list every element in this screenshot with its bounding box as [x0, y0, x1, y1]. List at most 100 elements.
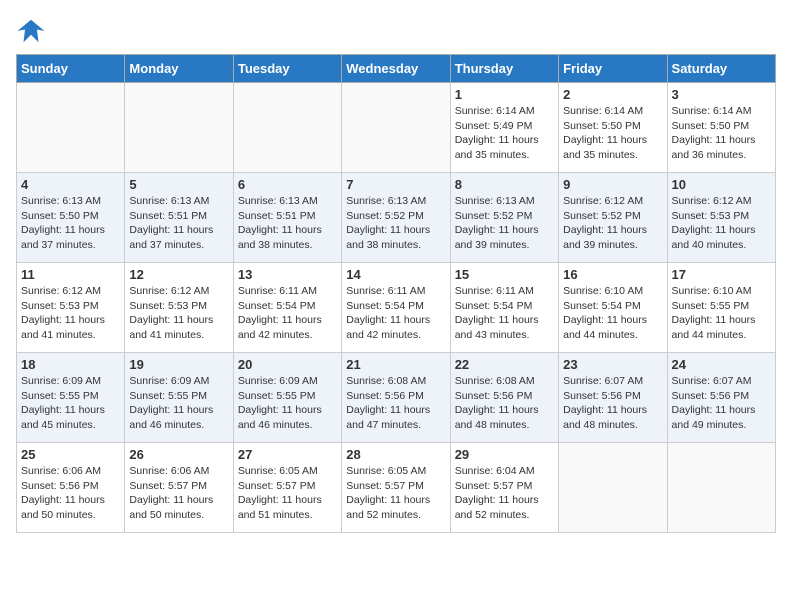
day-info: Sunrise: 6:13 AM Sunset: 5:52 PM Dayligh… — [346, 194, 445, 253]
day-number: 26 — [129, 447, 228, 462]
day-info: Sunrise: 6:06 AM Sunset: 5:56 PM Dayligh… — [21, 464, 120, 523]
calendar-cell: 6Sunrise: 6:13 AM Sunset: 5:51 PM Daylig… — [233, 173, 341, 263]
day-info: Sunrise: 6:14 AM Sunset: 5:49 PM Dayligh… — [455, 104, 554, 163]
calendar-week-row: 11 Sunrise: 6:12 AM Sunset: 5:53 PM Dayli… — [17, 263, 776, 353]
day-number: 14 — [346, 267, 445, 282]
day-number: 24 — [672, 357, 771, 372]
day-info: Sunrise: 6:11 AM Sunset: 5:54 PM Dayligh… — [238, 284, 337, 343]
calendar-cell: 11 Sunrise: 6:12 AM Sunset: 5:53 PM Dayli… — [17, 263, 125, 353]
calendar-cell: 17 Sunrise: 6:10 AM Sunset: 5:55 PM Dayli… — [667, 263, 775, 353]
day-info: Sunrise: 6:07 AM Sunset: 5:56 PM Dayligh… — [672, 374, 771, 433]
header — [16, 16, 776, 46]
calendar-cell: 26 Sunrise: 6:06 AM Sunset: 5:57 PM Dayli… — [125, 443, 233, 533]
calendar-cell: 23 Sunrise: 6:07 AM Sunset: 5:56 PM Dayli… — [559, 353, 667, 443]
day-info: Sunrise: 6:05 AM Sunset: 5:57 PM Dayligh… — [238, 464, 337, 523]
calendar-week-row: 25 Sunrise: 6:06 AM Sunset: 5:56 PM Dayli… — [17, 443, 776, 533]
calendar-cell: 20 Sunrise: 6:09 AM Sunset: 5:55 PM Dayli… — [233, 353, 341, 443]
calendar-cell: 25 Sunrise: 6:06 AM Sunset: 5:56 PM Dayli… — [17, 443, 125, 533]
weekday-header: Friday — [559, 55, 667, 83]
day-info: Sunrise: 6:14 AM Sunset: 5:50 PM Dayligh… — [672, 104, 771, 163]
day-number: 5 — [129, 177, 228, 192]
calendar-cell: 14 Sunrise: 6:11 AM Sunset: 5:54 PM Dayli… — [342, 263, 450, 353]
calendar-cell: 13 Sunrise: 6:11 AM Sunset: 5:54 PM Dayli… — [233, 263, 341, 353]
day-info: Sunrise: 6:08 AM Sunset: 5:56 PM Dayligh… — [455, 374, 554, 433]
day-number: 12 — [129, 267, 228, 282]
logo-icon — [16, 16, 46, 46]
day-info: Sunrise: 6:12 AM Sunset: 5:53 PM Dayligh… — [672, 194, 771, 253]
calendar-cell: 22Sunrise: 6:08 AM Sunset: 5:56 PM Dayli… — [450, 353, 558, 443]
calendar-cell: 5 Sunrise: 6:13 AM Sunset: 5:51 PM Daylig… — [125, 173, 233, 263]
day-number: 13 — [238, 267, 337, 282]
calendar-cell: 4 Sunrise: 6:13 AM Sunset: 5:50 PM Daylig… — [17, 173, 125, 263]
day-number: 21 — [346, 357, 445, 372]
calendar-cell — [667, 443, 775, 533]
day-info: Sunrise: 6:06 AM Sunset: 5:57 PM Dayligh… — [129, 464, 228, 523]
calendar-cell: 7 Sunrise: 6:13 AM Sunset: 5:52 PM Daylig… — [342, 173, 450, 263]
day-info: Sunrise: 6:13 AM Sunset: 5:51 PM Dayligh… — [238, 194, 337, 253]
day-number: 29 — [455, 447, 554, 462]
day-info: Sunrise: 6:08 AM Sunset: 5:56 PM Dayligh… — [346, 374, 445, 433]
calendar-week-row: 4 Sunrise: 6:13 AM Sunset: 5:50 PM Daylig… — [17, 173, 776, 263]
weekday-header: Monday — [125, 55, 233, 83]
day-number: 1 — [455, 87, 554, 102]
calendar-cell: 16 Sunrise: 6:10 AM Sunset: 5:54 PM Dayli… — [559, 263, 667, 353]
day-info: Sunrise: 6:11 AM Sunset: 5:54 PM Dayligh… — [346, 284, 445, 343]
day-number: 9 — [563, 177, 662, 192]
calendar-cell: 10 Sunrise: 6:12 AM Sunset: 5:53 PM Dayli… — [667, 173, 775, 263]
day-number: 2 — [563, 87, 662, 102]
logo — [16, 16, 50, 46]
weekday-header: Wednesday — [342, 55, 450, 83]
day-info: Sunrise: 6:11 AM Sunset: 5:54 PM Dayligh… — [455, 284, 554, 343]
calendar-cell: 28Sunrise: 6:05 AM Sunset: 5:57 PM Dayli… — [342, 443, 450, 533]
day-info: Sunrise: 6:07 AM Sunset: 5:56 PM Dayligh… — [563, 374, 662, 433]
day-number: 17 — [672, 267, 771, 282]
day-info: Sunrise: 6:14 AM Sunset: 5:50 PM Dayligh… — [563, 104, 662, 163]
calendar-cell: 3 Sunrise: 6:14 AM Sunset: 5:50 PM Daylig… — [667, 83, 775, 173]
weekday-header: Saturday — [667, 55, 775, 83]
day-number: 11 — [21, 267, 120, 282]
calendar-cell — [233, 83, 341, 173]
calendar-cell: 8 Sunrise: 6:13 AM Sunset: 5:52 PM Daylig… — [450, 173, 558, 263]
weekday-header: Sunday — [17, 55, 125, 83]
day-info: Sunrise: 6:12 AM Sunset: 5:53 PM Dayligh… — [21, 284, 120, 343]
day-number: 25 — [21, 447, 120, 462]
weekday-header: Thursday — [450, 55, 558, 83]
calendar-cell — [559, 443, 667, 533]
day-info: Sunrise: 6:13 AM Sunset: 5:52 PM Dayligh… — [455, 194, 554, 253]
calendar-cell: 15 Sunrise: 6:11 AM Sunset: 5:54 PM Dayli… — [450, 263, 558, 353]
day-number: 27 — [238, 447, 337, 462]
day-number: 7 — [346, 177, 445, 192]
day-number: 4 — [21, 177, 120, 192]
day-number: 3 — [672, 87, 771, 102]
day-info: Sunrise: 6:13 AM Sunset: 5:51 PM Dayligh… — [129, 194, 228, 253]
day-info: Sunrise: 6:10 AM Sunset: 5:55 PM Dayligh… — [672, 284, 771, 343]
weekday-header: Tuesday — [233, 55, 341, 83]
day-number: 19 — [129, 357, 228, 372]
calendar-cell: 1 Sunrise: 6:14 AM Sunset: 5:49 PM Daylig… — [450, 83, 558, 173]
calendar-cell: 21 Sunrise: 6:08 AM Sunset: 5:56 PM Dayli… — [342, 353, 450, 443]
calendar-cell: 24 Sunrise: 6:07 AM Sunset: 5:56 PM Dayli… — [667, 353, 775, 443]
day-info: Sunrise: 6:10 AM Sunset: 5:54 PM Dayligh… — [563, 284, 662, 343]
day-number: 15 — [455, 267, 554, 282]
calendar-week-row: 18Sunrise: 6:09 AM Sunset: 5:55 PM Dayli… — [17, 353, 776, 443]
calendar-table: SundayMondayTuesdayWednesdayThursdayFrid… — [16, 54, 776, 533]
day-info: Sunrise: 6:09 AM Sunset: 5:55 PM Dayligh… — [129, 374, 228, 433]
calendar-cell: 2 Sunrise: 6:14 AM Sunset: 5:50 PM Daylig… — [559, 83, 667, 173]
day-number: 28 — [346, 447, 445, 462]
day-info: Sunrise: 6:13 AM Sunset: 5:50 PM Dayligh… — [21, 194, 120, 253]
day-number: 16 — [563, 267, 662, 282]
calendar-cell — [125, 83, 233, 173]
day-info: Sunrise: 6:04 AM Sunset: 5:57 PM Dayligh… — [455, 464, 554, 523]
calendar-cell — [17, 83, 125, 173]
day-info: Sunrise: 6:09 AM Sunset: 5:55 PM Dayligh… — [21, 374, 120, 433]
day-info: Sunrise: 6:09 AM Sunset: 5:55 PM Dayligh… — [238, 374, 337, 433]
calendar-header-row: SundayMondayTuesdayWednesdayThursdayFrid… — [17, 55, 776, 83]
calendar-cell: 12Sunrise: 6:12 AM Sunset: 5:53 PM Dayli… — [125, 263, 233, 353]
calendar-cell: 27 Sunrise: 6:05 AM Sunset: 5:57 PM Dayli… — [233, 443, 341, 533]
day-number: 23 — [563, 357, 662, 372]
calendar-week-row: 1 Sunrise: 6:14 AM Sunset: 5:49 PM Daylig… — [17, 83, 776, 173]
day-number: 20 — [238, 357, 337, 372]
day-number: 8 — [455, 177, 554, 192]
calendar-cell — [342, 83, 450, 173]
day-number: 10 — [672, 177, 771, 192]
